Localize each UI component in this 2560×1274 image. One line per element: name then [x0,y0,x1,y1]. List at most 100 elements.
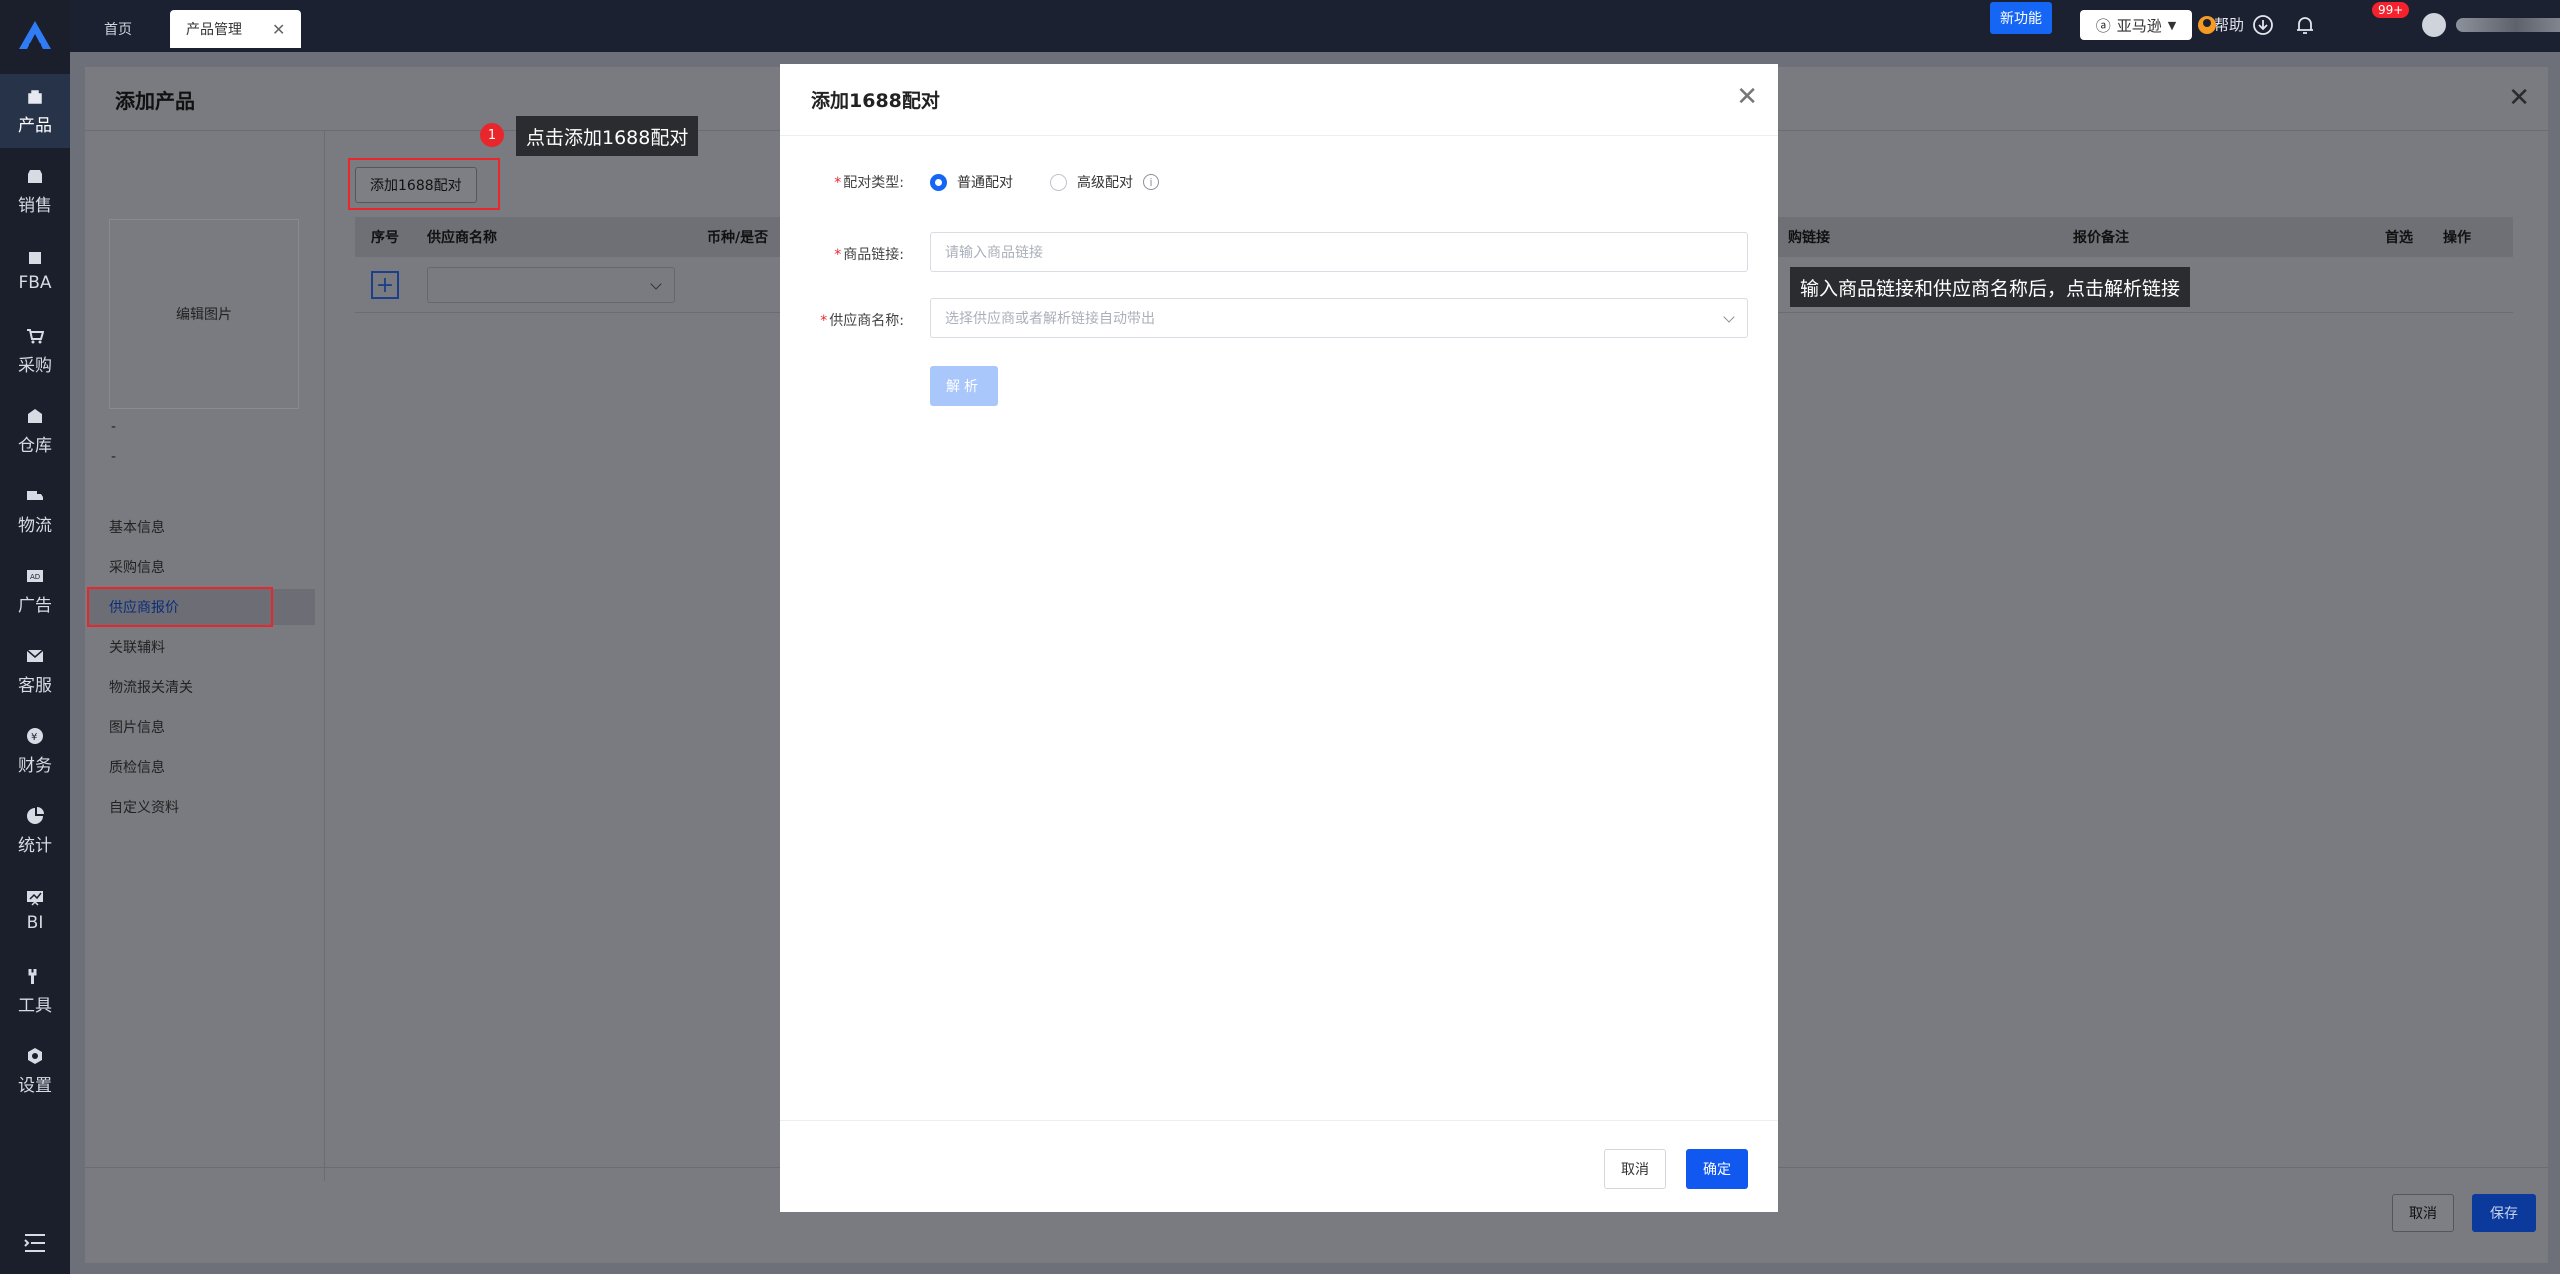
callout-tooltip: 输入商品链接和供应商名称后，点击解析链接 [1790,267,2191,307]
modal-title: 添加1688配对 [811,90,940,112]
callout-tooltip: 点击添加1688配对 [516,116,699,156]
drawer-title: 添加产品 [115,89,195,113]
radio-label: 普通配对 [957,175,1013,191]
nav-item-sales[interactable]: 销售 [0,154,70,228]
cart-icon [25,327,45,345]
notification-badge: 99+ [2372,2,2410,18]
top-bar: 首页 产品管理 ✕ 新功能 ⓐ 亚马逊 ▼ 帮助 99+ ▼ [70,0,2560,52]
nav-item-finance[interactable]: ¥ 财务 [0,714,70,788]
side-link-purchase-info[interactable]: 采购信息 [109,557,165,577]
th-link: 购链接 [1788,230,1830,246]
th-currency: 币种/是否 [707,230,769,246]
side-link-basic-info[interactable]: 基本信息 [109,517,165,537]
gear-icon [25,1047,45,1065]
platform-label: 亚马逊 [2116,16,2162,35]
nav-item-warehouse[interactable]: 仓库 [0,394,70,468]
th-action: 操作 [2443,230,2471,246]
download-icon[interactable] [2250,12,2276,38]
info-icon[interactable]: i [1143,174,1159,190]
save-button[interactable]: 保存 [2472,1194,2536,1232]
wrench-icon [25,967,45,985]
close-icon[interactable]: ✕ [1736,82,1758,112]
bi-chart-icon [25,889,45,907]
nav-label: FBA [18,273,52,293]
tab-label: 产品管理 [186,22,242,38]
nav-label: BI [26,913,44,933]
ad-icon: AD [25,567,45,585]
platform-selector[interactable]: ⓐ 亚马逊 ▼ [2080,10,2192,40]
drawer-side-panel: 编辑图片 - - 基本信息 采购信息 供应商报价 关联辅料 物流报关清关 图片信… [85,131,325,1181]
side-link-customs[interactable]: 物流报关清关 [109,677,193,697]
add-row-icon[interactable]: + [371,271,399,299]
cancel-button[interactable]: 取消 [1604,1149,1666,1189]
nav-label: 产品 [18,115,52,136]
nav-label: 客服 [18,675,52,696]
nav-item-product[interactable]: 产品 [0,74,70,148]
radio-advanced-pair[interactable]: 高级配对 i [1050,172,1159,192]
sales-icon [25,167,45,185]
side-link-image-info[interactable]: 图片信息 [109,717,165,737]
logo-icon [19,21,51,49]
add-1688-pair-button[interactable]: 添加1688配对 [355,167,477,203]
new-feature-button[interactable]: 新功能 [1990,2,2052,34]
cancel-button[interactable]: 取消 [2392,1194,2454,1232]
chevron-down-icon [1723,311,1735,323]
nav-item-stats[interactable]: 统计 [0,794,70,868]
placeholder-dash: - [111,419,117,435]
nav-label: 广告 [18,595,52,616]
nav-label: 采购 [18,355,52,376]
modal-footer: 取消 确定 [780,1120,1778,1212]
radio-label: 高级配对 [1077,175,1133,191]
callout-number: 1 [480,123,504,147]
nav-label: 物流 [18,515,52,536]
add-1688-pair-modal: 添加1688配对 ✕ * 配对类型: 普通配对 高级配对 i * 商品链接: 请输入… [780,64,1778,1212]
th-supplier: 供应商名称 [427,230,497,246]
select-placeholder: 选择供应商或者解析链接自动带出 [945,311,1155,327]
th-preferred: 首选 [2385,230,2413,246]
user-name-blurred [2456,18,2560,32]
nav-item-bi[interactable]: BI [0,874,70,948]
side-link-accessories[interactable]: 关联辅料 [109,637,165,657]
th-seq: 序号 [371,230,399,246]
truck-icon [25,487,45,505]
fba-icon [25,249,45,267]
side-link-custom-data[interactable]: 自定义资料 [109,797,179,817]
tab-product-management[interactable]: 产品管理 ✕ [170,10,302,48]
side-link-supplier-quote[interactable]: 供应商报价 [109,597,179,617]
nav-item-service[interactable]: 客服 [0,634,70,708]
nav-item-ads[interactable]: AD 广告 [0,554,70,628]
product-link-input[interactable]: 请输入商品链接 [930,232,1748,272]
side-link-qc-info[interactable]: 质检信息 [109,757,165,777]
nav-item-logistics[interactable]: 物流 [0,474,70,548]
tab-home[interactable]: 首页 [88,10,148,48]
chevron-down-icon: ▼ [2167,18,2177,32]
nav-item-settings[interactable]: 设置 [0,1034,70,1108]
app-logo[interactable] [0,0,70,70]
nav-item-purchase[interactable]: 采购 [0,314,70,388]
edit-image-box[interactable]: 编辑图片 [109,219,299,409]
parse-button[interactable]: 解析 [930,366,998,406]
customer-service-icon[interactable] [2194,12,2220,38]
bell-icon[interactable] [2292,12,2318,38]
close-icon[interactable]: ✕ [272,20,285,39]
nav-item-fba[interactable]: FBA [0,234,70,308]
avatar [2422,13,2446,37]
supplier-select[interactable] [427,267,675,303]
modal-header: 添加1688配对 ✕ [780,64,1778,136]
nav-label: 财务 [18,755,52,776]
user-menu[interactable]: ▼ [2422,13,2560,37]
supplier-name-select[interactable]: 选择供应商或者解析链接自动带出 [930,298,1748,338]
product-icon [25,87,45,105]
left-navigation: 产品 销售 FBA 采购 仓库 物流 AD 广告 客服 ¥ 财务 统计 BI 工… [0,0,70,1274]
svg-text:AD: AD [30,573,40,581]
radio-normal-pair[interactable]: 普通配对 [930,172,1013,192]
mail-icon [25,647,45,665]
confirm-button[interactable]: 确定 [1686,1149,1748,1189]
product-link-label: * 商品链接: [834,247,904,263]
nav-item-tools[interactable]: 工具 [0,954,70,1028]
menu-collapse-icon[interactable] [22,1230,48,1256]
svg-text:¥: ¥ [31,732,37,743]
radio-unchecked-icon [1050,173,1067,191]
nav-label: 工具 [18,995,52,1016]
close-icon[interactable]: ✕ [2508,83,2530,113]
